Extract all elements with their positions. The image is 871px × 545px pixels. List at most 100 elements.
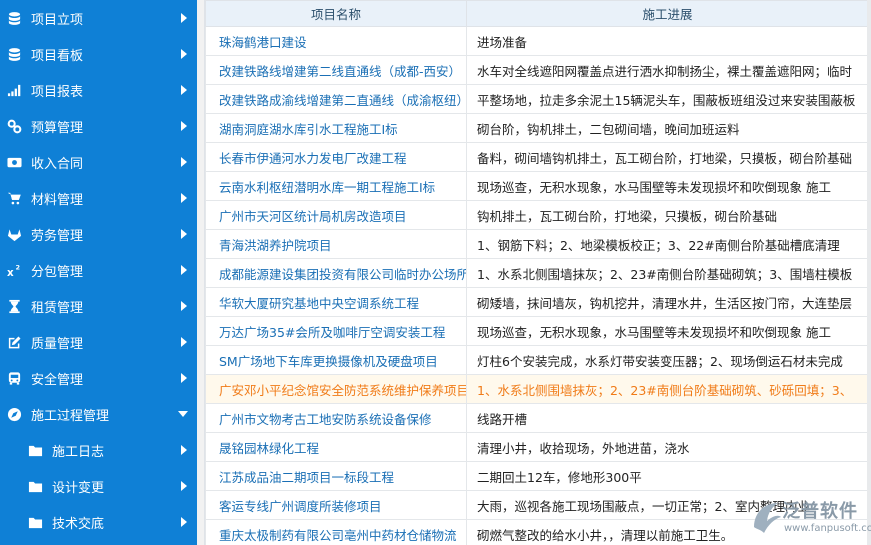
table-row[interactable]: SM广场地下车库更换摄像机及硬盘项目 灯柱6个安装完成，水系灯带安装变压器；2、现… [205,345,868,375]
chevron-right-icon [181,157,187,167]
sidebar-item-label: 材料管理 [31,192,84,208]
signal-bars-icon [7,83,22,98]
edit-icon [7,335,22,350]
progress-cell: 砌矮墙，抹间墙灰，钩机挖井，清理水井，生活区按门帘，大连垫层 [466,287,868,317]
table-row[interactable]: 改建铁路线增建第二线直通线（成都-西安） 水车对全线遮阳网覆盖点进行洒水抑制扬尘，… [205,55,868,85]
chevron-right-icon [181,85,187,95]
project-name-link[interactable]: 广州市天河区统计局机房改造项目 [205,200,467,230]
watermark-text: 泛普软件 [782,501,858,522]
table-row[interactable]: 成都能源建设集团投资有限公司临时办公场所 1、水系北侧围墙抹灰；2、23#南侧台阶… [205,258,868,288]
sidebar-item-label: 项目立项 [31,12,84,28]
chevron-right-icon [181,445,187,455]
sidebar-divider [197,0,204,545]
fanpusoft-watermark: 泛普软件 www.fanpusoft.com [748,495,871,539]
table-row[interactable]: 长春市伊通河水力发电厂改建工程 备料，砌间墙钩机排土，瓦工砌台阶，打地梁，只摸板，… [205,142,868,172]
sidebar-item-label: 收入合同 [31,156,84,172]
table-row[interactable]: 晟铭园林绿化工程 清理小井，收拾现场，外地进苗，浇水 [205,432,868,462]
progress-cell: 1、钢筋下料；2、地梁模板校正；3、22#南侧台阶基础槽底清理 [466,229,868,259]
sidebar-subitem-technical-briefing[interactable]: 技术交底 [0,504,197,540]
table-row[interactable]: 万达广场35#会所及咖啡厅空调安装工程 现场巡查，无积水现象，水马围壁等未发现损坏… [205,316,868,346]
chevron-down-icon [178,411,188,417]
link-icon [7,119,22,134]
table-row[interactable]: 广州市文物考古工地安防系统设备保修 线路开槽 [205,403,868,433]
sidebar-item-safety-management[interactable]: 安全管理 [0,360,197,396]
table-header-row: 项目名称 施工进展 [205,0,868,27]
chevron-right-icon [181,13,187,23]
sidebar-item-label: 分包管理 [31,264,84,280]
column-header-progress[interactable]: 施工进展 [466,0,868,27]
project-name-link[interactable]: 江苏成品油二期项目一标段工程 [205,461,467,491]
table-row[interactable]: 广州市天河区统计局机房改造项目 钩机排土，瓦工砌台阶，打地梁，只摸板，砌台阶基础 [205,200,868,230]
sidebar-item-label: 劳务管理 [31,228,84,244]
project-name-link[interactable]: 青海洪湖养护院项目 [205,229,467,259]
progress-cell: 清理小井，收拾现场，外地进苗，浇水 [466,432,868,462]
chevron-right-icon [181,121,187,131]
sidebar-item-project-board[interactable]: 项目看板 [0,36,197,72]
sidebar-item-lease-management[interactable]: 租赁管理 [0,288,197,324]
project-name-link[interactable]: 万达广场35#会所及咖啡厅空调安装工程 [205,316,467,346]
progress-cell: 砌台阶，钩机排土，二包砌间墙，晚间加班运料 [466,113,868,143]
folder-icon [28,443,43,458]
sidebar-item-project-initiation[interactable]: 项目立项 [0,0,197,36]
project-name-link[interactable]: 华软大厦研究基地中央空调系统工程 [205,287,467,317]
table-row[interactable]: 广安邓小平纪念馆安全防范系统维护保养项目 1、水系北侧围墙抹灰；2、23#南侧台阶… [205,374,868,404]
project-name-link[interactable]: 重庆太极制药有限公司亳州中药材仓储物流 [205,519,467,545]
svg-text:2: 2 [15,263,20,271]
sidebar-item-material-management[interactable]: 材料管理 [0,180,197,216]
project-name-link[interactable]: 长春市伊通河水力发电厂改建工程 [205,142,467,172]
sidebar-item-project-reports[interactable]: 项目报表 [0,72,197,108]
table-row[interactable]: 江苏成品油二期项目一标段工程 二期回土12车，修地形300平 [205,461,868,491]
sidebar-item-label: 质量管理 [31,336,84,352]
sidebar-item-budget-management[interactable]: 预算管理 [0,108,197,144]
progress-cell: 水车对全线遮阳网覆盖点进行洒水抑制扬尘，裸土覆盖遮阳网；临时 [466,55,868,85]
compass-icon [7,407,22,422]
project-name-link[interactable]: 晟铭园林绿化工程 [205,432,467,462]
table-row[interactable]: 改建铁路成渝线增建第二直通线（成渝枢纽） 平整场地，拉走多余泥土15辆泥头车，围蔽… [205,84,868,114]
watermark-url: www.fanpusoft.com [784,523,871,534]
chevron-right-icon [181,265,187,275]
project-name-link[interactable]: 改建铁路成渝线增建第二直通线（成渝枢纽） [205,84,467,114]
project-name-link[interactable]: 云南水利枢纽潜明水库一期工程施工I标 [205,171,467,201]
folder-icon [28,515,43,530]
sidebar-item-construction-process-management[interactable]: 施工过程管理 [0,396,197,432]
project-name-link[interactable]: 珠海鹤港口建设 [205,26,467,56]
table-row[interactable]: 云南水利枢纽潜明水库一期工程施工I标 现场巡查，无积水现象，水马围壁等未发现损坏和… [205,171,868,201]
progress-cell: 现场巡查，无积水现象，水马围壁等未发现损坏和吹倒现象 施工 [466,171,868,201]
sidebar-subitem-construction-log[interactable]: 施工日志 [0,432,197,468]
project-name-link[interactable]: 广州市文物考古工地安防系统设备保修 [205,403,467,433]
project-name-link[interactable]: SM广场地下车库更换摄像机及硬盘项目 [205,345,467,375]
hourglass-icon [7,299,22,314]
progress-cell: 灯柱6个安装完成，水系灯带安装变压器；2、现场倒运石材未完成 [466,345,868,375]
project-name-link[interactable]: 广安邓小平纪念馆安全防范系统维护保养项目 [205,374,467,404]
table-row[interactable]: 湖南洞庭湖水库引水工程施工I标 砌台阶，钩机排土，二包砌间墙，晚间加班运料 [205,113,868,143]
chevron-right-icon [181,337,187,347]
project-name-link[interactable]: 湖南洞庭湖水库引水工程施工I标 [205,113,467,143]
sidebar-subitem-label: 设计变更 [52,480,105,496]
sidebar-subitem-label: 施工日志 [52,444,105,460]
project-name-link[interactable]: 客运专线广州调度所装修项目 [205,490,467,520]
sidebar-item-label: 项目看板 [31,48,84,64]
table-row[interactable]: 华软大厦研究基地中央空调系统工程 砌矮墙，抹间墙灰，钩机挖井，清理水井，生活区按门… [205,287,868,317]
sidebar-subitem-design-change[interactable]: 设计变更 [0,468,197,504]
project-name-link[interactable]: 成都能源建设集团投资有限公司临时办公场所 [205,258,467,288]
sidebar-item-label: 项目报表 [31,84,84,100]
table-row[interactable]: 珠海鹤港口建设 进场准备 [205,26,868,56]
table-row[interactable]: 青海洪湖养护院项目 1、钢筋下料；2、地梁模板校正；3、22#南侧台阶基础槽底清理 [205,229,868,259]
progress-cell: 钩机排土，瓦工砌台阶，打地梁，只摸板，砌台阶基础 [466,200,868,230]
project-name-link[interactable]: 改建铁路线增建第二线直通线（成都-西安） [205,55,467,85]
watermark-logo-icon [754,503,781,533]
progress-cell: 进场准备 [466,26,868,56]
chevron-right-icon [181,517,187,527]
sidebar-item-quality-management[interactable]: 质量管理 [0,324,197,360]
column-header-project-name[interactable]: 项目名称 [205,0,467,27]
svg-text:x: x [7,267,14,278]
sidebar-item-label: 安全管理 [31,372,84,388]
sidebar-subitem-label: 技术交底 [52,516,105,532]
sidebar-item-income-contract[interactable]: 收入合同 [0,144,197,180]
progress-cell: 二期回土12车，修地形300平 [466,461,868,491]
sidebar-item-label: 预算管理 [31,120,84,136]
sidebar-item-labor-management[interactable]: 劳务管理 [0,216,197,252]
vertical-scrollbar[interactable] [867,0,871,545]
chevron-right-icon [181,229,187,239]
sidebar-item-subcontract-management[interactable]: x 2 分包管理 [0,252,197,288]
